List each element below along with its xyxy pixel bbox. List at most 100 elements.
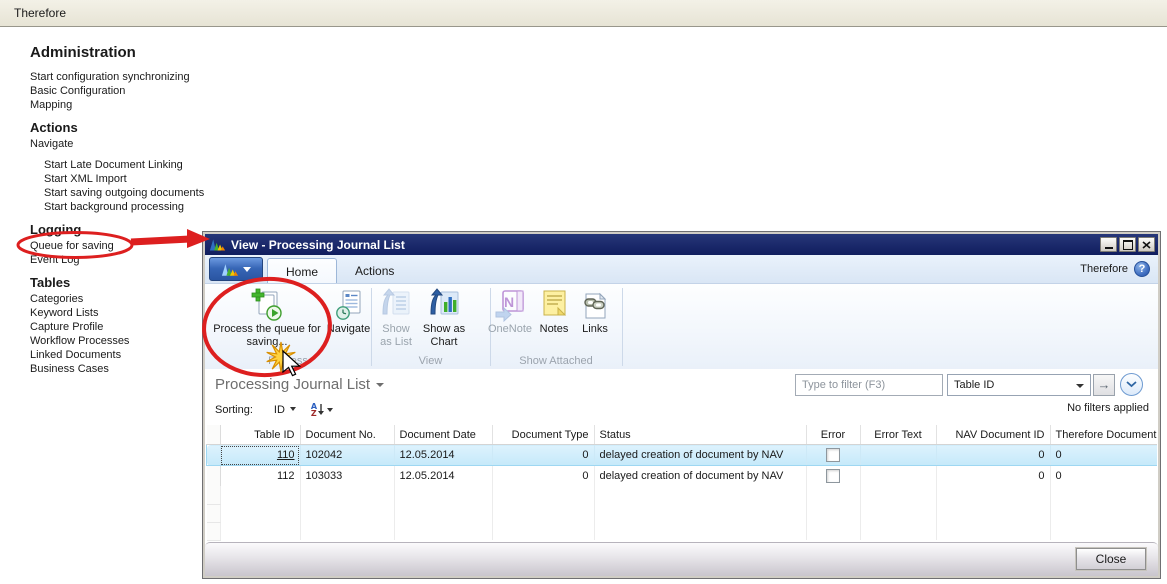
app-header-title: Therefore [14, 6, 66, 20]
sorting-field-value: ID [274, 404, 285, 416]
cell-error[interactable] [806, 466, 860, 487]
sidebar-item[interactable]: Start configuration synchronizing [30, 70, 250, 84]
processing-journal-window: View - Processing Journal List Home Acti… [203, 232, 1160, 578]
row-selector[interactable] [207, 466, 221, 487]
table-id-link[interactable]: 110 [277, 449, 295, 461]
navigate-label: Navigate [327, 323, 370, 335]
empty-grid-row [207, 522, 1158, 540]
column-header-status[interactable]: Status [594, 425, 806, 445]
error-checkbox[interactable] [826, 469, 840, 483]
group-label-process: Process [205, 355, 371, 367]
minimize-button[interactable] [1100, 237, 1117, 252]
row-selector[interactable] [207, 445, 221, 466]
filter-input[interactable] [795, 374, 943, 396]
sort-order-button[interactable]: AZ [311, 403, 333, 417]
list-page-content: Processing Journal List Table ID → Sorti… [205, 369, 1158, 543]
show-as-chart-button[interactable]: Show as Chart [418, 287, 470, 355]
maximize-button[interactable] [1119, 237, 1136, 252]
column-header-error_text[interactable]: Error Text [860, 425, 936, 445]
sidebar-item: Actions [30, 120, 250, 135]
cell-therefore_document[interactable]: 0 [1050, 445, 1157, 466]
notes-button[interactable]: Notes [535, 287, 573, 355]
page-title[interactable]: Processing Journal List [215, 376, 384, 393]
cell-error_text[interactable] [860, 466, 936, 487]
nav-app-icon [209, 237, 226, 252]
cell-status[interactable]: delayed creation of document by NAV [594, 466, 806, 487]
sorting-field-dropdown[interactable]: ID [274, 404, 296, 416]
cell-therefore_document[interactable]: 0 [1050, 466, 1157, 487]
sidebar-item[interactable]: Start Late Document Linking [30, 158, 250, 172]
table-row[interactable]: 11210303312.05.20140delayed creation of … [207, 466, 1158, 487]
navigate-button[interactable]: Navigate [324, 287, 373, 355]
show-as-list-label: Show as List [380, 323, 412, 348]
tab-home[interactable]: Home [267, 258, 337, 283]
ribbon: Process the queue for saving... Navigate [205, 284, 1158, 371]
arrow-right-icon: → [1098, 377, 1111, 392]
column-header-document_type[interactable]: Document Type [492, 425, 594, 445]
column-header-document_date[interactable]: Document Date [394, 425, 492, 445]
filter-column-select[interactable]: Table ID [947, 374, 1091, 396]
cell-document_type[interactable]: 0 [492, 445, 594, 466]
cell-document_date[interactable]: 12.05.2014 [394, 445, 492, 466]
links-button[interactable]: Links [575, 287, 615, 355]
grid-header-row: Table IDDocument No.Document DateDocumen… [207, 425, 1158, 445]
cell-table_id[interactable]: 112 [220, 466, 300, 487]
cell-nav_document_id[interactable]: 0 [936, 466, 1050, 487]
empty-grid-row [207, 486, 1158, 504]
cell-document_date[interactable]: 12.05.2014 [394, 466, 492, 487]
window-titlebar[interactable]: View - Processing Journal List [205, 234, 1158, 255]
expand-filter-pane-button[interactable] [1120, 373, 1143, 396]
chevron-down-icon [290, 407, 296, 411]
journal-list-grid: Table IDDocument No.Document DateDocumen… [206, 425, 1157, 543]
window-footer: Close [205, 542, 1158, 576]
cell-document_no[interactable]: 103033 [300, 466, 394, 487]
notes-icon [535, 287, 573, 323]
apply-filter-button[interactable]: → [1093, 374, 1115, 396]
sidebar-item: Administration [30, 44, 250, 61]
navigate-icon [324, 287, 373, 323]
error-checkbox[interactable] [826, 448, 840, 462]
svg-text:N: N [504, 294, 514, 310]
chevron-down-icon [1076, 384, 1084, 388]
chevron-down-icon [376, 383, 384, 387]
sidebar-item[interactable]: Start saving outgoing documents [30, 186, 250, 200]
process-queue-button[interactable]: Process the queue for saving... [211, 287, 323, 355]
application-menu-button[interactable] [209, 257, 263, 281]
cell-error[interactable] [806, 445, 860, 466]
links-label: Links [582, 323, 608, 335]
sidebar-item[interactable]: Start XML Import [30, 172, 250, 186]
column-header-document_no[interactable]: Document No. [300, 425, 394, 445]
sidebar-item[interactable]: Basic Configuration [30, 84, 250, 98]
sidebar-item[interactable]: Mapping [30, 98, 250, 112]
onenote-label: OneNote [488, 323, 532, 335]
close-button[interactable]: Close [1076, 548, 1146, 570]
maximize-icon [1123, 240, 1133, 250]
show-as-chart-icon [418, 287, 470, 323]
cell-document_type[interactable]: 0 [492, 466, 594, 487]
column-header-error[interactable]: Error [806, 425, 860, 445]
cell-error_text[interactable] [860, 445, 936, 466]
cell-status[interactable]: delayed creation of document by NAV [594, 445, 806, 466]
chevron-down-icon [1126, 381, 1137, 388]
page-title-text: Processing Journal List [215, 376, 370, 393]
table-row[interactable]: 11010204212.05.20140delayed creation of … [207, 445, 1158, 466]
cell-nav_document_id[interactable]: 0 [936, 445, 1050, 466]
chevron-down-icon [327, 408, 333, 412]
links-icon [575, 287, 615, 323]
close-window-button[interactable] [1138, 237, 1155, 252]
tab-actions[interactable]: Actions [337, 258, 412, 283]
sidebar-item[interactable]: Start background processing [30, 200, 250, 214]
cell-table_id[interactable]: 110 [220, 445, 300, 466]
sidebar-item[interactable]: Navigate [30, 137, 250, 151]
nav-logo-icon [221, 262, 239, 277]
minimize-icon [1105, 247, 1113, 249]
column-header-therefore_document[interactable]: Therefore Document ... [1050, 425, 1157, 445]
window-title: View - Processing Journal List [226, 238, 1098, 252]
column-header-table_id[interactable]: Table ID [220, 425, 300, 445]
cell-document_no[interactable]: 102042 [300, 445, 394, 466]
column-header-nav_document_id[interactable]: NAV Document ID [936, 425, 1050, 445]
help-icon[interactable]: ? [1134, 261, 1150, 277]
filter-column-value: Table ID [954, 379, 994, 391]
empty-grid-row [207, 504, 1158, 522]
process-queue-label: Process the queue for saving... [213, 323, 321, 348]
